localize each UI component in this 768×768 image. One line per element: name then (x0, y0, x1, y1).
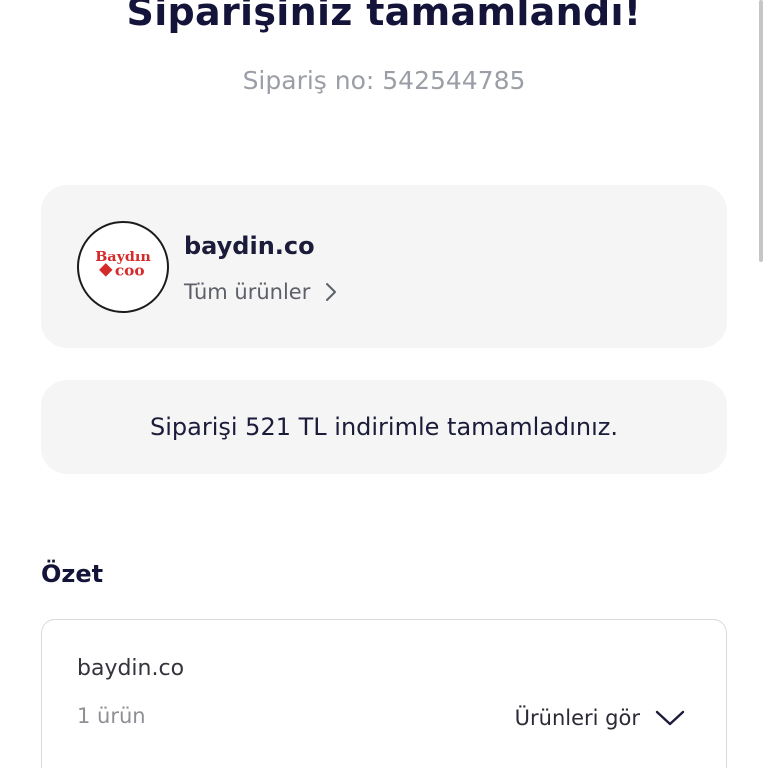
store-card[interactable]: Baydın coo baydin.co Tüm ürünler (41, 185, 727, 348)
page-title: Siparişiniz tamamlandı! (126, 0, 642, 34)
all-products-link[interactable]: Tüm ürünler (184, 277, 338, 307)
chevron-right-icon (326, 283, 337, 301)
summary-card: baydin.co 1 ürün Ürünleri gör (41, 619, 727, 768)
summary-title: Özet (41, 560, 104, 588)
see-products-label: Ürünleri gör (514, 706, 640, 730)
logo-text-bottom: coo (115, 262, 145, 280)
baydin-logo-graphic: Baydın coo (95, 249, 151, 280)
see-products-button[interactable]: Ürünleri gör (515, 702, 686, 734)
summary-store-name: baydin.co (77, 656, 185, 681)
store-name: baydin.co (184, 232, 315, 260)
chevron-down-icon (655, 710, 685, 726)
store-logo-icon: Baydın coo (77, 221, 169, 313)
all-products-label: Tüm ürünler (184, 280, 311, 304)
scrollbar[interactable] (759, 0, 763, 262)
order-number: Sipariş no: 542544785 (242, 66, 526, 95)
discount-message: Siparişi 521 TL indirimle tamamladınız. (150, 413, 618, 441)
item-count: 1 ürün (77, 704, 146, 728)
discount-banner: Siparişi 521 TL indirimle tamamladınız. (41, 380, 727, 474)
order-confirmation-page: Siparişiniz tamamlandı! Sipariş no: 5425… (0, 0, 768, 768)
